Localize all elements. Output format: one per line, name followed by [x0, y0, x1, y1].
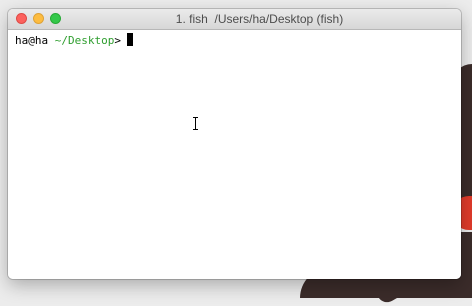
prompt-cwd: ~/Desktop [54, 34, 115, 47]
close-window-button[interactable] [16, 13, 27, 24]
minimize-window-button[interactable] [33, 13, 44, 24]
terminal-content[interactable]: ha@ha ~/Desktop> [8, 30, 461, 279]
title-bar[interactable]: 1. fish /Users/ha/Desktop (fish) [8, 9, 461, 30]
text-cursor [126, 33, 133, 46]
prompt-line: ha@ha ~/Desktop> [15, 33, 133, 48]
terminal-window[interactable]: 1. fish /Users/ha/Desktop (fish) ha@ha ~… [8, 9, 461, 279]
i-beam-cursor-icon [193, 117, 198, 130]
prompt-symbol: > [114, 34, 121, 47]
prompt-user-host: ha@ha [15, 34, 49, 47]
maximize-window-button[interactable] [50, 13, 61, 24]
window-title: 1. fish /Users/ha/Desktop (fish) [175, 12, 344, 26]
